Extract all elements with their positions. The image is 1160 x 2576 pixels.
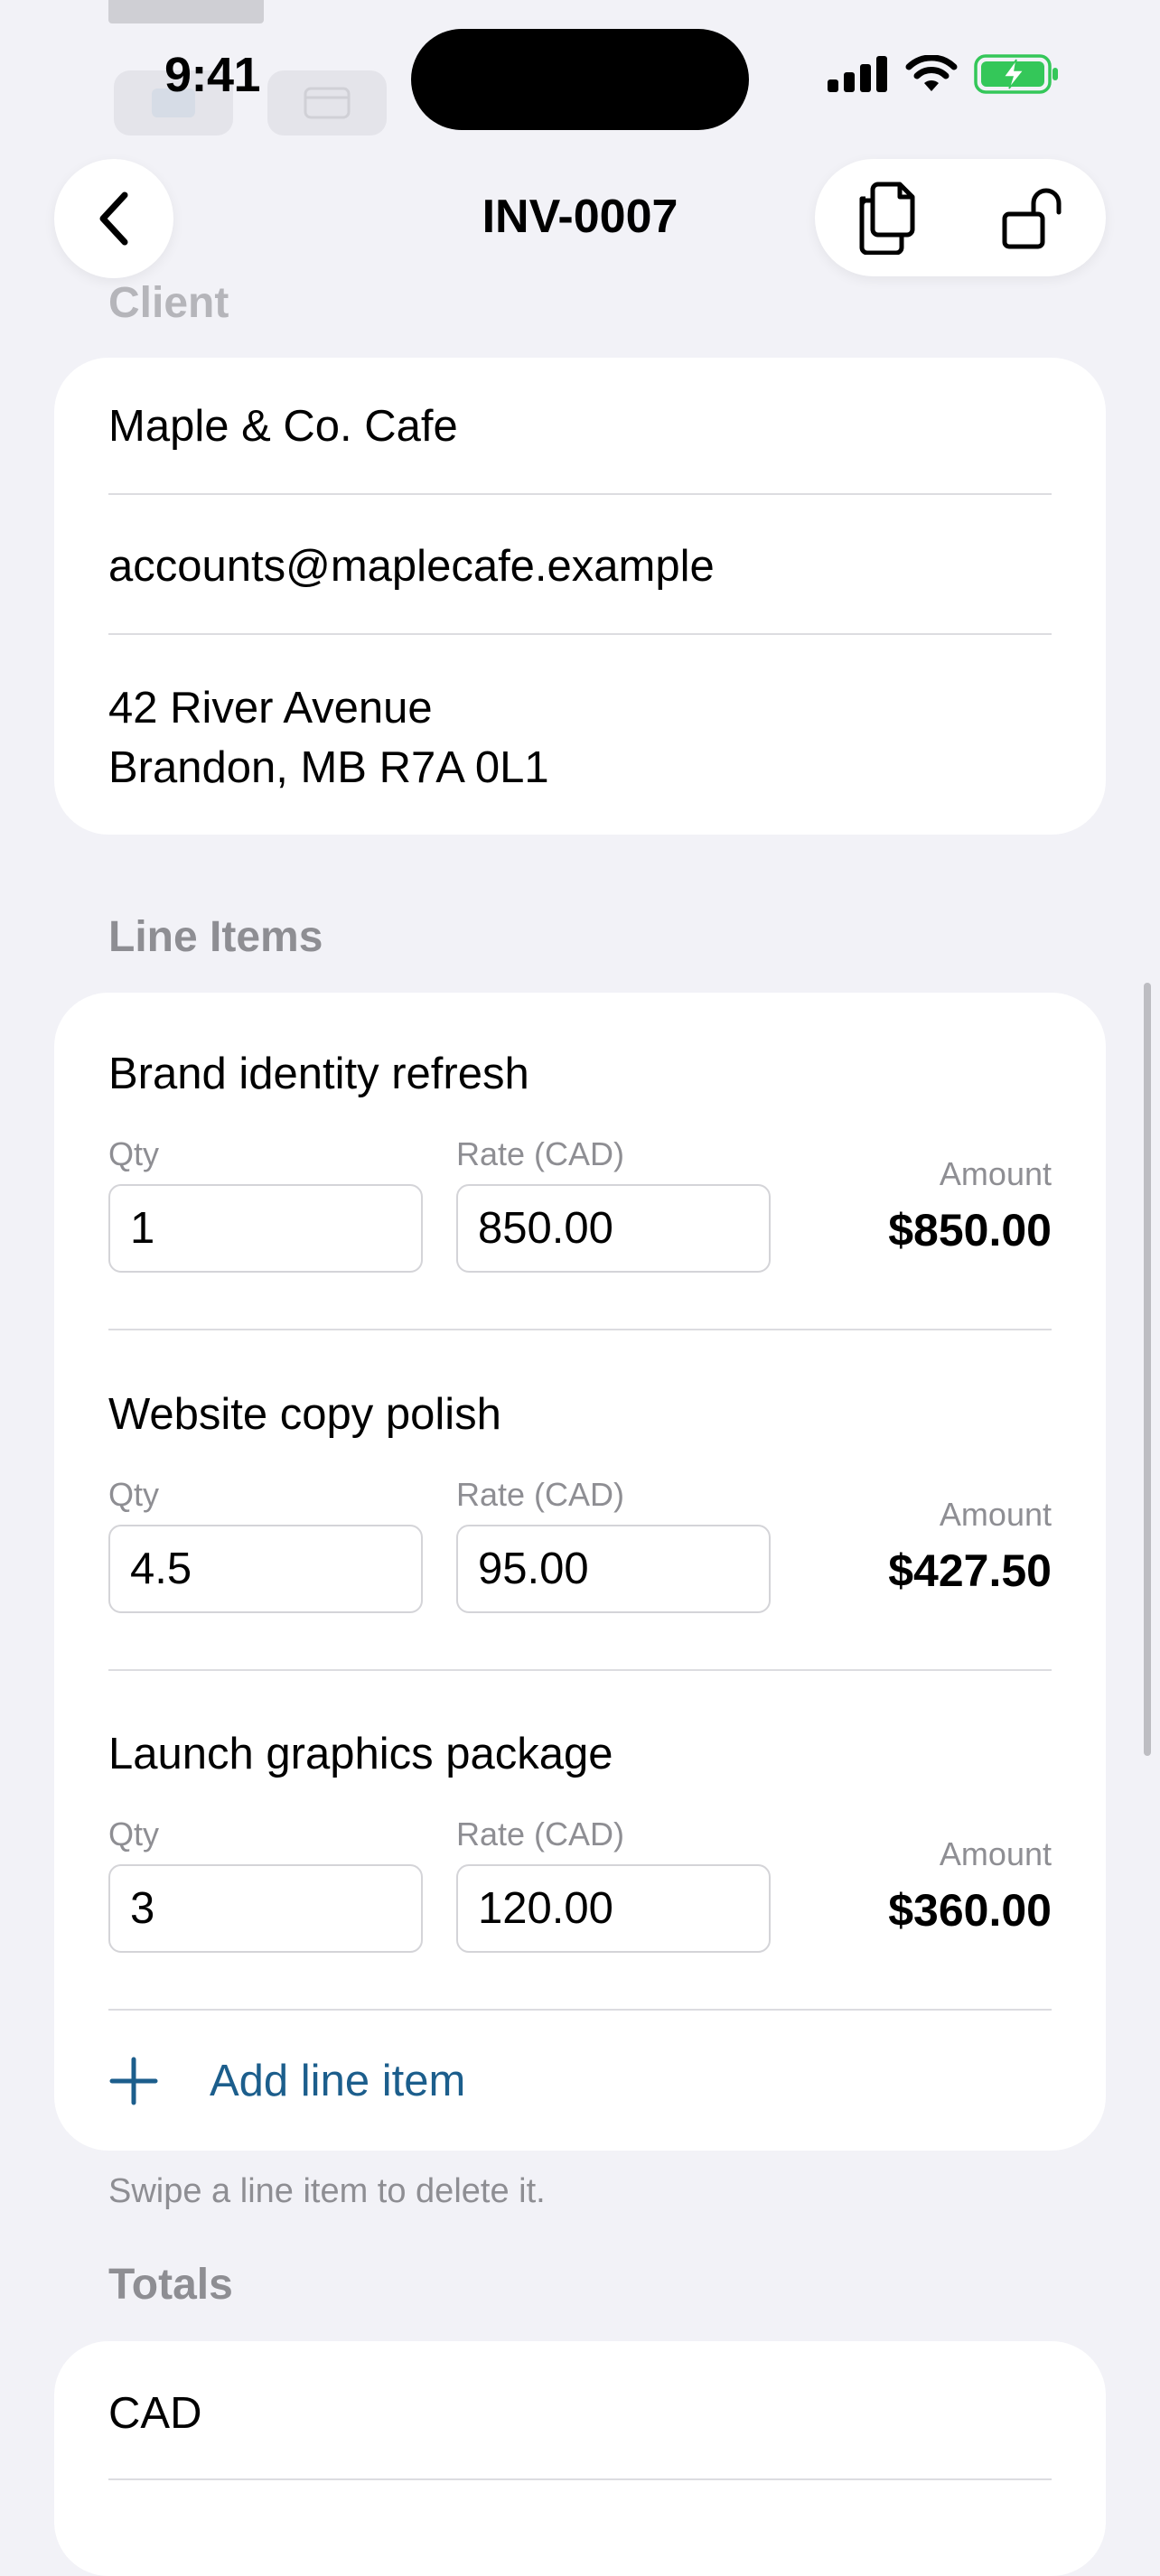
client-address-field[interactable]: 42 River Avenue Brandon, MB R7A 0L1	[108, 678, 549, 798]
status-icons	[828, 54, 1059, 94]
rate-label: Rate (CAD)	[456, 1135, 625, 1172]
amount-label: Amount	[939, 1835, 1052, 1872]
status-time: 9:41	[164, 48, 261, 102]
scroll-indicator[interactable]	[1144, 983, 1151, 1756]
qty-label: Qty	[108, 1135, 160, 1172]
totals-card: CAD	[54, 2341, 1106, 2576]
qty-label: Qty	[108, 1815, 160, 1853]
lock-button[interactable]	[961, 159, 1106, 276]
rate-input[interactable]: 95.00	[456, 1525, 771, 1613]
rate-input[interactable]: 120.00	[456, 1864, 771, 1953]
duplicate-button[interactable]	[815, 159, 959, 276]
client-section-label: Client	[108, 279, 229, 327]
wifi-icon	[905, 55, 958, 91]
rate-label: Rate (CAD)	[456, 1815, 625, 1853]
line-item-name[interactable]: Website copy polish	[108, 1389, 501, 1440]
qty-label: Qty	[108, 1476, 160, 1513]
amount-label: Amount	[939, 1155, 1052, 1192]
line-item-name[interactable]: Launch graphics package	[108, 1729, 613, 1779]
currency-selector[interactable]: CAD	[108, 2388, 201, 2439]
swipe-hint: Swipe a line item to delete it.	[108, 2172, 546, 2210]
divider	[108, 1329, 1052, 1330]
header-actions	[815, 159, 1106, 276]
amount-label: Amount	[939, 1496, 1052, 1533]
cellular-signal-icon	[828, 56, 887, 92]
divider	[108, 1669, 1052, 1671]
line-item-name[interactable]: Brand identity refresh	[108, 1049, 529, 1099]
qty-input[interactable]: 3	[108, 1864, 423, 1953]
amount-value: $360.00	[888, 1885, 1052, 1936]
add-line-item-button[interactable]: Add line item	[108, 2036, 465, 2126]
qty-input[interactable]: 1	[108, 1184, 423, 1273]
plus-icon	[109, 2057, 158, 2105]
unlock-padlock-icon	[1002, 188, 1062, 249]
divider	[108, 2478, 1052, 2480]
client-card: Maple & Co. Cafe accounts@maplecafe.exam…	[54, 358, 1106, 835]
rate-input[interactable]: 850.00	[456, 1184, 771, 1273]
dynamic-island	[411, 29, 749, 130]
divider	[108, 493, 1052, 495]
line-items-card: Brand identity refresh Qty Rate (CAD) Am…	[54, 993, 1106, 2151]
amount-value: $850.00	[888, 1205, 1052, 1255]
battery-charging-icon	[974, 54, 1058, 94]
client-email-field[interactable]: accounts@maplecafe.example	[108, 541, 715, 592]
divider	[108, 2009, 1052, 2011]
scrolled-chip	[267, 70, 387, 135]
duplicate-documents-icon	[859, 182, 915, 255]
rate-label: Rate (CAD)	[456, 1476, 625, 1513]
client-name-field[interactable]: Maple & Co. Cafe	[108, 401, 458, 452]
add-line-item-label: Add line item	[210, 2057, 466, 2105]
scrolled-content-edge	[108, 0, 264, 23]
amount-value: $427.50	[888, 1545, 1052, 1596]
totals-section-label: Totals	[108, 2261, 233, 2309]
divider	[108, 633, 1052, 635]
address-line-2: Brandon, MB R7A 0L1	[108, 743, 549, 792]
scrolled-chip-icon	[304, 87, 351, 119]
line-items-section-label: Line Items	[108, 913, 323, 961]
address-line-1: 42 River Avenue	[108, 684, 433, 733]
qty-input[interactable]: 4.5	[108, 1525, 423, 1613]
